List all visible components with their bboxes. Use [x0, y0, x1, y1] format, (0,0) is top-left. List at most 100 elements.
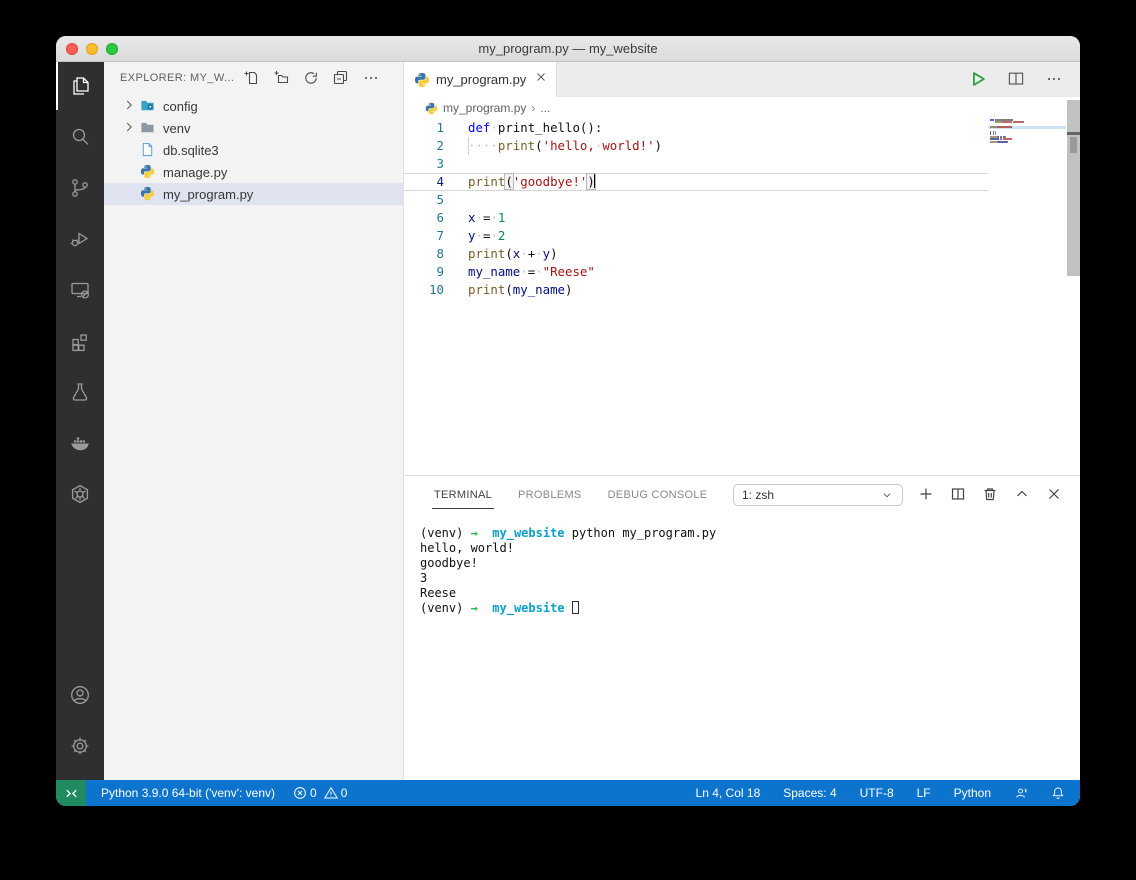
gear-icon [71, 737, 89, 755]
tree-item-my_program.py[interactable]: my_program.py [104, 183, 403, 205]
line-number[interactable]: 10 [404, 281, 444, 299]
language-mode-status[interactable]: Python [952, 786, 993, 800]
more-actions-icon[interactable] [363, 70, 379, 86]
tree-item-config[interactable]: config [104, 95, 403, 117]
line-number[interactable]: 9 [404, 263, 444, 281]
close-tab-icon[interactable] [534, 70, 548, 89]
feedback-button[interactable] [1012, 786, 1030, 800]
cursor-position-status[interactable]: Ln 4, Col 18 [694, 786, 763, 800]
breadcrumb-symbol[interactable]: ... [540, 101, 550, 115]
line-number[interactable]: 3 [404, 155, 444, 173]
code-token: · [520, 264, 528, 279]
tree-item-label: manage.py [163, 164, 228, 180]
line-number[interactable]: 8 [404, 245, 444, 263]
split-editor-icon[interactable] [1006, 69, 1026, 89]
code-line-3[interactable]: 3 [404, 155, 1080, 173]
tab-terminal[interactable]: TERMINAL [432, 480, 495, 509]
activity-remote-explorer[interactable] [56, 266, 104, 314]
maximize-panel-icon[interactable] [1014, 486, 1030, 502]
activity-settings[interactable] [56, 722, 104, 770]
breadcrumb-file[interactable]: my_program.py [443, 101, 526, 115]
tree-item-manage.py[interactable]: manage.py [104, 161, 403, 183]
new-file-icon[interactable] [243, 70, 259, 86]
python-interpreter-status[interactable]: Python 3.9.0 64-bit ('venv': venv) [99, 786, 277, 800]
code-line-10[interactable]: 10 print(my_name) [404, 281, 1080, 299]
code-token: → [470, 526, 478, 540]
new-folder-icon[interactable] [273, 70, 289, 86]
minimize-window-button[interactable] [86, 43, 98, 55]
breadcrumb: my_program.py › ... [404, 97, 1080, 119]
problems-status[interactable]: 0 0 [291, 786, 349, 800]
tree-item-label: my_program.py [163, 186, 254, 202]
code-token: 'goodbye!' [512, 174, 588, 189]
code-token: def [468, 120, 491, 135]
code-token: my_website [492, 601, 565, 615]
code-line-2[interactable]: 2 ····print('hello,·world!') [404, 137, 1080, 155]
notifications-button[interactable] [1049, 786, 1067, 800]
editor-scrollbar[interactable] [1067, 100, 1080, 276]
eol-status[interactable]: LF [915, 786, 933, 800]
terminal-output[interactable]: (venv) → my_website python my_program.py… [420, 526, 716, 616]
vscode-window: my_program.py — my_website EXPLORER: MY_… [56, 36, 1080, 806]
python-icon [140, 164, 155, 179]
title-bar[interactable]: my_program.py — my_website [56, 36, 1080, 62]
run-python-file-button[interactable] [968, 69, 988, 89]
code-line-6[interactable]: 6 x·=·1 [404, 209, 1080, 227]
terminal-shell-select[interactable]: 1: zsh [733, 484, 903, 506]
terminal-panel: TERMINAL PROBLEMS DEBUG CONSOLE 1: zsh (… [404, 475, 1080, 780]
activity-run-debug[interactable] [56, 215, 104, 263]
line-number[interactable]: 2 [404, 137, 444, 155]
activity-docker[interactable] [56, 419, 104, 467]
remote-icon [65, 789, 77, 797]
refresh-icon[interactable] [303, 70, 319, 86]
tab-debug-console[interactable]: DEBUG CONSOLE [606, 480, 710, 509]
activity-explorer[interactable] [56, 62, 104, 110]
code-line-1[interactable]: 1 def·print_hello(): [404, 119, 1080, 137]
new-terminal-icon[interactable] [918, 486, 934, 502]
close-window-button[interactable] [66, 43, 78, 55]
code-token: ( [505, 282, 513, 297]
code-line-7[interactable]: 7 y·=·2 [404, 227, 1080, 245]
line-number[interactable]: 5 [404, 191, 444, 209]
code-line-5[interactable]: 5 [404, 191, 1080, 209]
zoom-window-button[interactable] [106, 43, 118, 55]
indentation-status[interactable]: Spaces: 4 [781, 786, 838, 800]
code-line-8[interactable]: 8 print(x·+·y) [404, 245, 1080, 263]
tree-item-db.sqlite3[interactable]: db.sqlite3 [104, 139, 403, 161]
line-number[interactable]: 1 [404, 119, 444, 137]
code-token: 1 [497, 210, 506, 225]
error-icon [294, 787, 306, 799]
more-editor-actions-icon[interactable] [1044, 69, 1064, 89]
activity-extensions[interactable] [56, 317, 104, 365]
tab-problems[interactable]: PROBLEMS [516, 480, 584, 509]
line-number[interactable]: 7 [404, 227, 444, 245]
code-token: "Reese" [542, 264, 595, 279]
activity-kubernetes[interactable] [56, 470, 104, 518]
code-token: print [497, 138, 536, 153]
code-token: y [542, 246, 551, 261]
collapse-folders-icon[interactable] [333, 70, 349, 86]
split-terminal-icon[interactable] [950, 486, 966, 502]
activity-search[interactable] [56, 113, 104, 161]
code-line-4[interactable]: 4 print('goodbye!') [404, 173, 1080, 191]
tree-item-venv[interactable]: venv [104, 117, 403, 139]
terminal-shell-value: 1: zsh [742, 488, 775, 502]
code-lines: 1 def·print_hello(): 2 ····print('hello,… [404, 119, 1080, 299]
activity-accounts[interactable] [56, 671, 104, 719]
minimap[interactable] [988, 119, 1066, 233]
bell-icon [1052, 787, 1064, 799]
tab-my-program[interactable]: my_program.py [404, 62, 557, 97]
remote-indicator[interactable] [56, 780, 86, 806]
code-token: hello, world! [420, 541, 514, 555]
activity-source-control[interactable] [56, 164, 104, 212]
kill-terminal-icon[interactable] [982, 486, 998, 502]
code-line-9[interactable]: 9 my_name·=·"Reese" [404, 263, 1080, 281]
activity-testing[interactable] [56, 368, 104, 416]
code-editor[interactable]: 1 def·print_hello(): 2 ····print('hello,… [404, 119, 1080, 475]
encoding-status[interactable]: UTF-8 [858, 786, 896, 800]
line-number[interactable]: 6 [404, 209, 444, 227]
close-panel-icon[interactable] [1046, 486, 1062, 502]
